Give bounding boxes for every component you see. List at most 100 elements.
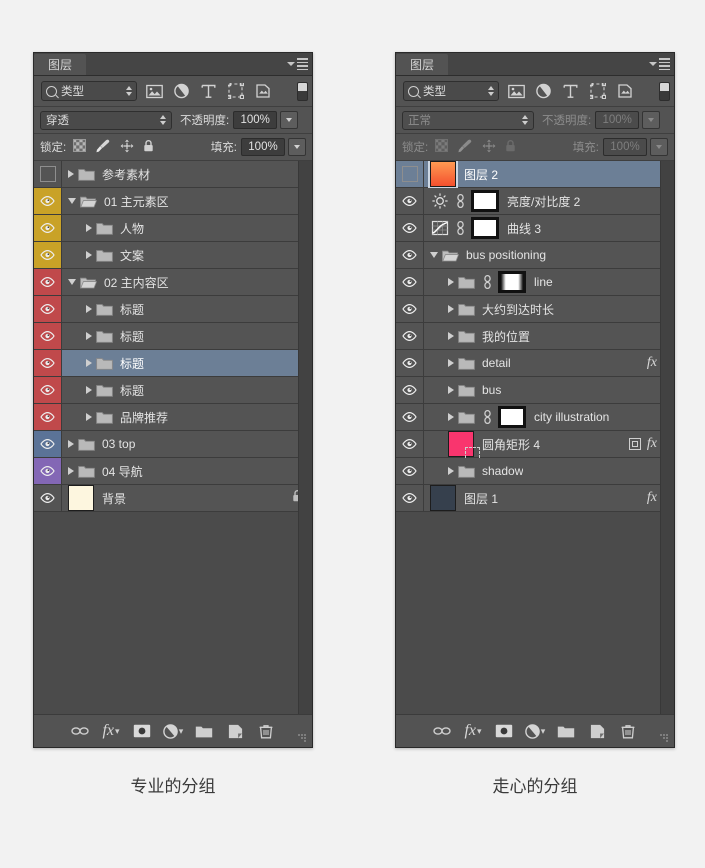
smart-object-icon[interactable] bbox=[249, 79, 276, 103]
type-layer-icon[interactable] bbox=[557, 79, 584, 103]
new-group-icon[interactable] bbox=[551, 719, 582, 743]
tab-layers[interactable]: 图层 bbox=[396, 54, 449, 75]
group-disclosure-triangle[interactable] bbox=[86, 386, 92, 394]
layer-row[interactable]: bus positioning bbox=[396, 242, 674, 269]
layer-visibility-toggle[interactable] bbox=[34, 485, 62, 511]
layer-thumbnail[interactable] bbox=[428, 161, 458, 189]
group-disclosure-triangle[interactable] bbox=[86, 305, 92, 313]
add-layer-mask-icon[interactable] bbox=[489, 719, 520, 743]
lock-all-icon[interactable] bbox=[505, 139, 516, 155]
layer-visibility-toggle[interactable] bbox=[396, 269, 424, 295]
layer-visibility-toggle[interactable] bbox=[34, 296, 62, 322]
lock-transparent-pixels-icon[interactable] bbox=[435, 139, 449, 155]
layer-row[interactable]: 文案 bbox=[34, 242, 312, 269]
link-layers-icon[interactable] bbox=[65, 719, 96, 743]
layer-visibility-toggle[interactable] bbox=[396, 350, 424, 376]
layer-visibility-toggle[interactable] bbox=[396, 485, 424, 511]
fill-stepper-button[interactable] bbox=[650, 138, 668, 156]
layer-row[interactable]: 亮度/对比度 2 bbox=[396, 188, 674, 215]
group-disclosure-triangle[interactable] bbox=[86, 332, 92, 340]
adjustment-layer-icon[interactable] bbox=[168, 79, 195, 103]
lock-transparent-pixels-icon[interactable] bbox=[73, 139, 87, 155]
layer-row[interactable]: 大约到达时长 bbox=[396, 296, 674, 323]
add-layer-mask-icon[interactable] bbox=[127, 719, 158, 743]
layer-visibility-toggle[interactable] bbox=[396, 458, 424, 484]
new-group-icon[interactable] bbox=[189, 719, 220, 743]
layer-visibility-toggle[interactable] bbox=[34, 404, 62, 430]
layer-style-fx-icon[interactable]: fx ▾ bbox=[458, 719, 489, 743]
layer-thumbnail[interactable] bbox=[448, 431, 480, 462]
filter-kind-select[interactable]: 类型 bbox=[403, 81, 499, 101]
blend-mode-select[interactable]: 正常 bbox=[402, 110, 534, 130]
layer-visibility-toggle[interactable] bbox=[34, 350, 62, 376]
layer-mask-thumbnail[interactable] bbox=[471, 190, 499, 212]
layer-row[interactable]: city illustration bbox=[396, 404, 674, 431]
group-disclosure-triangle[interactable] bbox=[68, 440, 74, 448]
filter-toggle-icon[interactable] bbox=[659, 81, 670, 101]
layer-row[interactable]: 圆角矩形 4 fx bbox=[396, 430, 674, 462]
opacity-value[interactable]: 100% bbox=[233, 111, 278, 129]
layer-row[interactable]: 背景 bbox=[34, 485, 312, 512]
layer-row[interactable]: 01 主元素区 bbox=[34, 188, 312, 215]
fill-stepper-button[interactable] bbox=[288, 138, 306, 156]
fill-value[interactable]: 100% bbox=[241, 138, 285, 156]
layer-row[interactable]: 标题 bbox=[34, 296, 312, 323]
layer-row[interactable]: 标题 bbox=[34, 377, 312, 404]
layer-row[interactable]: detail fx bbox=[396, 349, 674, 377]
layer-visibility-toggle[interactable] bbox=[34, 269, 62, 295]
group-disclosure-triangle[interactable] bbox=[430, 252, 438, 258]
mask-link-icon[interactable] bbox=[482, 274, 493, 290]
group-disclosure-triangle[interactable] bbox=[68, 467, 74, 475]
layer-row[interactable]: 标题 bbox=[34, 350, 312, 377]
lock-position-icon[interactable] bbox=[482, 139, 496, 156]
filter-toggle-icon[interactable] bbox=[297, 81, 308, 101]
layer-row[interactable]: 图层 1 fx bbox=[396, 484, 674, 512]
resize-grip[interactable] bbox=[298, 734, 307, 743]
group-disclosure-triangle[interactable] bbox=[86, 224, 92, 232]
layer-visibility-toggle[interactable] bbox=[396, 323, 424, 349]
resize-grip[interactable] bbox=[660, 734, 669, 743]
pixel-layer-icon[interactable] bbox=[141, 79, 168, 103]
group-disclosure-triangle[interactable] bbox=[448, 305, 454, 313]
layer-effects-fx-icon[interactable]: fx bbox=[647, 490, 657, 506]
layer-row[interactable]: 03 top bbox=[34, 431, 312, 458]
blend-mode-select[interactable]: 穿透 bbox=[40, 110, 172, 130]
fill-value[interactable]: 100% bbox=[603, 138, 647, 156]
layer-visibility-toggle[interactable] bbox=[34, 323, 62, 349]
group-disclosure-triangle[interactable] bbox=[448, 359, 454, 367]
layer-visibility-toggle[interactable] bbox=[396, 161, 424, 187]
layer-visibility-toggle[interactable] bbox=[34, 242, 62, 268]
delete-layer-icon[interactable] bbox=[251, 719, 282, 743]
layer-visibility-toggle[interactable] bbox=[396, 188, 424, 214]
group-disclosure-triangle[interactable] bbox=[86, 251, 92, 259]
new-adjustment-layer-icon[interactable]: ▾ bbox=[158, 719, 189, 743]
group-disclosure-triangle[interactable] bbox=[448, 467, 454, 475]
mask-link-icon[interactable] bbox=[455, 220, 466, 236]
new-adjustment-layer-icon[interactable]: ▾ bbox=[520, 719, 551, 743]
panel-menu-icon[interactable] bbox=[287, 58, 308, 70]
group-disclosure-triangle[interactable] bbox=[448, 278, 454, 286]
new-layer-icon[interactable] bbox=[582, 719, 613, 743]
layer-mask-thumbnail[interactable] bbox=[498, 271, 526, 293]
opacity-stepper-button[interactable] bbox=[280, 111, 299, 129]
layer-visibility-toggle[interactable] bbox=[34, 377, 62, 403]
layer-row[interactable]: 人物 bbox=[34, 215, 312, 242]
link-layers-icon[interactable] bbox=[427, 719, 458, 743]
shape-layer-icon[interactable] bbox=[584, 79, 611, 103]
group-disclosure-triangle[interactable] bbox=[86, 359, 92, 367]
layer-mask-thumbnail[interactable] bbox=[471, 217, 499, 239]
layer-row[interactable]: 标题 bbox=[34, 323, 312, 350]
group-disclosure-triangle[interactable] bbox=[68, 279, 76, 285]
opacity-value[interactable]: 100% bbox=[595, 111, 640, 129]
layer-row[interactable]: 品牌推荐 bbox=[34, 404, 312, 431]
layer-effects-fx-icon[interactable]: fx bbox=[647, 436, 657, 452]
layer-visibility-toggle[interactable] bbox=[396, 296, 424, 322]
opacity-stepper-button[interactable] bbox=[642, 111, 661, 129]
tab-layers[interactable]: 图层 bbox=[34, 54, 87, 75]
layer-visibility-toggle[interactable] bbox=[34, 161, 62, 187]
shape-layer-icon[interactable] bbox=[222, 79, 249, 103]
layer-visibility-toggle[interactable] bbox=[396, 215, 424, 241]
layer-row[interactable]: 图层 2 bbox=[396, 161, 674, 189]
layer-visibility-toggle[interactable] bbox=[34, 188, 62, 214]
lock-image-pixels-icon[interactable] bbox=[457, 139, 473, 156]
